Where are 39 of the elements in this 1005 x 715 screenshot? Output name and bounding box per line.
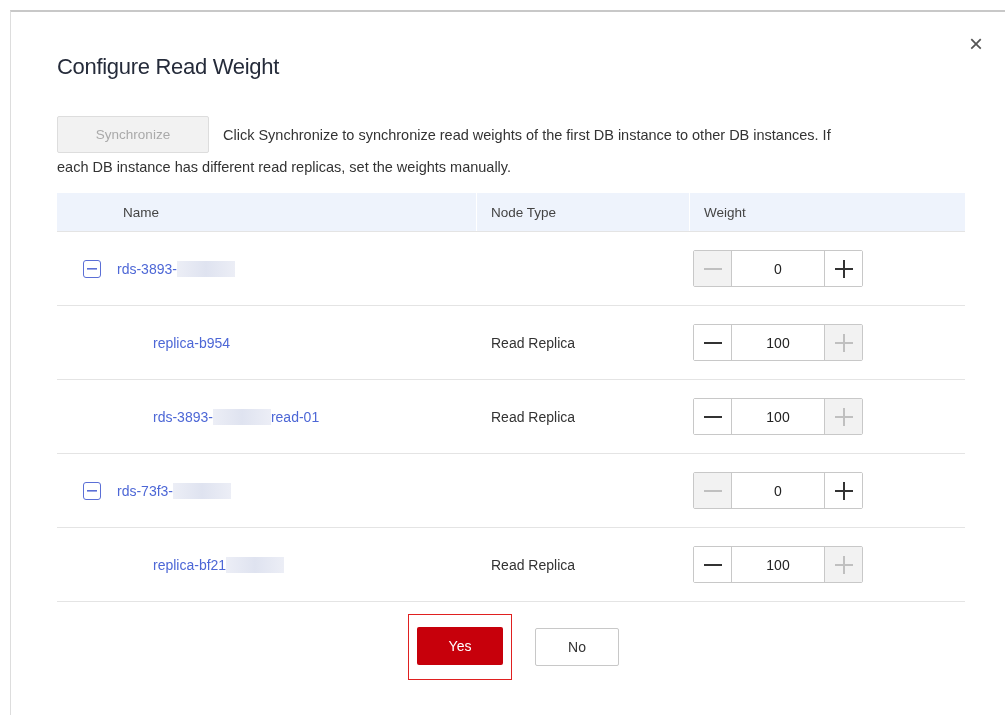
node-type: Read Replica — [491, 408, 576, 425]
instance-link[interactable]: replica-bf21 — [153, 556, 285, 573]
weight-stepper[interactable]: 100 — [693, 546, 863, 583]
plus-icon — [834, 555, 853, 574]
collapse-toggle[interactable] — [83, 259, 101, 278]
collapse-toggle[interactable] — [83, 481, 101, 500]
column-header: Node Type — [491, 204, 557, 220]
minus-icon — [703, 415, 722, 418]
instruction-text: Click Synchronize to synchronize read weights of the first DB instance to other DB instances. If — [223, 125, 831, 145]
decrement-button[interactable] — [694, 547, 732, 582]
decrement-button[interactable] — [694, 325, 732, 360]
node-type: Read Replica — [491, 556, 576, 573]
weight-stepper[interactable]: 100 — [693, 324, 863, 361]
weight-stepper[interactable]: 100 — [693, 398, 863, 435]
increment-button[interactable] — [824, 473, 862, 508]
decrement-button[interactable] — [694, 399, 732, 434]
minus-icon — [703, 341, 722, 344]
minus-icon — [703, 563, 722, 566]
plus-icon — [834, 333, 853, 352]
instance-link[interactable]: rds-3893- — [117, 260, 235, 277]
increment-button[interactable] — [824, 251, 862, 286]
column-header: Name — [123, 204, 159, 220]
yes-button[interactable]: Yes — [417, 627, 503, 665]
dialog-title: Configure Read Weight — [57, 54, 281, 80]
instance-link[interactable]: replica-b954 — [153, 334, 231, 351]
minus-icon — [703, 489, 722, 492]
no-button[interactable]: No — [535, 628, 619, 666]
column-header: Weight — [704, 204, 746, 220]
plus-icon — [834, 481, 853, 500]
minus-icon — [703, 267, 722, 270]
plus-icon — [834, 407, 853, 426]
node-type: Read Replica — [491, 334, 576, 351]
close-button[interactable]: × — [969, 32, 983, 56]
weight-stepper[interactable]: 0 — [693, 250, 863, 287]
instruction-text: each DB instance has different read replicas, set the weights manually. — [57, 158, 513, 177]
instance-link[interactable]: rds-3893- read-01 — [153, 408, 320, 425]
plus-icon — [834, 259, 853, 278]
instance-link[interactable]: rds-73f3- — [117, 482, 232, 499]
weight-stepper[interactable]: 0 — [693, 472, 863, 509]
